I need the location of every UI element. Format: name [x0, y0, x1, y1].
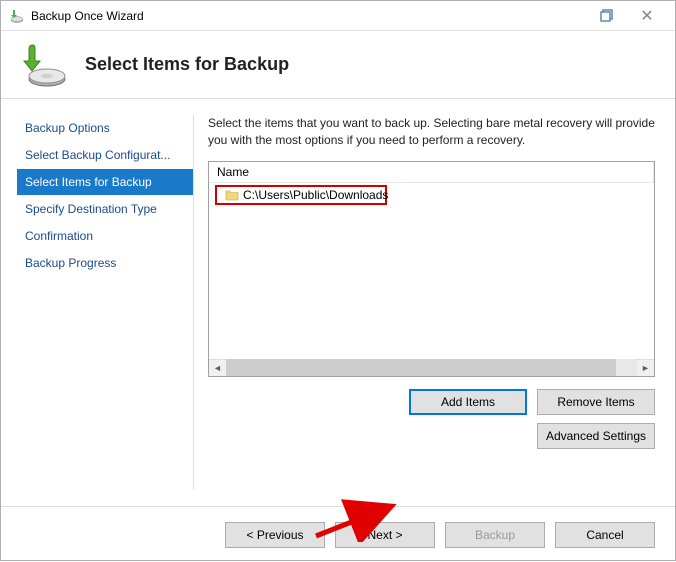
wizard-header: Select Items for Backup [1, 31, 675, 99]
next-button[interactable]: Next > [335, 522, 435, 548]
previous-button[interactable]: < Previous [225, 522, 325, 548]
wizard-footer: < Previous Next > Backup Cancel [1, 506, 675, 562]
step-select-backup-configuration[interactable]: Select Backup Configurat... [17, 142, 193, 168]
step-backup-progress[interactable]: Backup Progress [17, 250, 193, 276]
step-backup-options[interactable]: Backup Options [17, 115, 193, 141]
list-item[interactable]: C:\Users\Public\Downloads [215, 185, 387, 205]
item-buttons-row-1: Add Items Remove Items [208, 389, 655, 415]
backup-button: Backup [445, 522, 545, 548]
step-specify-destination-type[interactable]: Specify Destination Type [17, 196, 193, 222]
list-header: Name [209, 162, 654, 183]
step-select-items-for-backup[interactable]: Select Items for Backup [17, 169, 193, 195]
wizard-steps-sidebar: Backup Options Select Backup Configurat.… [1, 99, 193, 506]
restore-icon [600, 9, 614, 23]
items-list-box: Name C:\Users\Public\Downloads ◄ ► [208, 161, 655, 377]
close-icon: ✕ [640, 6, 653, 26]
window-controls: ✕ [587, 2, 667, 30]
cancel-button[interactable]: Cancel [555, 522, 655, 548]
scroll-thumb[interactable] [226, 359, 616, 376]
item-path: C:\Users\Public\Downloads [243, 188, 388, 202]
restore-button[interactable] [587, 2, 627, 30]
backup-wizard-icon [21, 41, 69, 89]
remove-items-button[interactable]: Remove Items [537, 389, 655, 415]
scroll-right-arrow[interactable]: ► [637, 359, 654, 376]
step-confirmation[interactable]: Confirmation [17, 223, 193, 249]
horizontal-scrollbar[interactable]: ◄ ► [209, 359, 654, 376]
instructions-text: Select the items that you want to back u… [208, 115, 655, 149]
column-header-name[interactable]: Name [209, 162, 654, 183]
close-button[interactable]: ✕ [627, 2, 667, 30]
list-body[interactable]: C:\Users\Public\Downloads [209, 183, 654, 359]
scroll-left-arrow[interactable]: ◄ [209, 359, 226, 376]
folder-icon [225, 189, 239, 201]
item-buttons-row-2: Advanced Settings [208, 423, 655, 449]
scroll-track[interactable] [226, 359, 637, 376]
titlebar: Backup Once Wizard ✕ [1, 1, 675, 31]
add-items-button[interactable]: Add Items [409, 389, 527, 415]
app-icon [9, 8, 25, 24]
advanced-settings-button[interactable]: Advanced Settings [537, 423, 655, 449]
content-area: Backup Options Select Backup Configurat.… [1, 99, 675, 506]
page-title: Select Items for Backup [85, 54, 289, 75]
window-title: Backup Once Wizard [31, 9, 587, 23]
main-panel: Select the items that you want to back u… [194, 99, 675, 506]
